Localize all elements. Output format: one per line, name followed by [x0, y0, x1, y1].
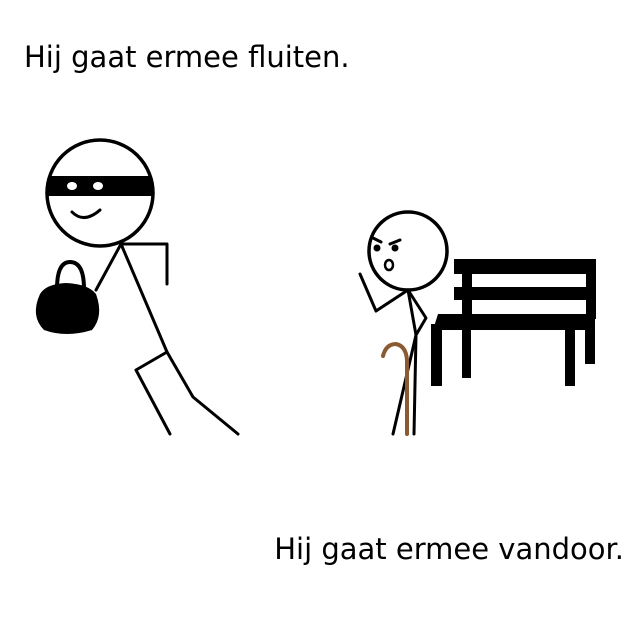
lady-head: [367, 210, 449, 292]
thief-arm-front: [94, 242, 123, 292]
thief-body: [119, 242, 169, 354]
handbag: [35, 283, 100, 334]
bench-leg-front-left: [431, 324, 442, 386]
old-lady-figure: [358, 210, 449, 436]
bench-back-post-right: [586, 274, 596, 319]
caption-bottom: Hij gaat ermee vandoor.: [274, 532, 624, 566]
comic-panel: Hij gaat ermee fluiten. Hij gaat ermee v…: [0, 0, 630, 630]
thief-right-eye: [93, 182, 103, 190]
thief-leg-front: [134, 350, 172, 436]
bench-back-slat-top: [454, 259, 596, 274]
thief-figure: [35, 138, 240, 436]
bench-back-slat-middle: [454, 287, 596, 300]
lady-left-eye: [373, 244, 381, 252]
bench-leg-back-left: [462, 316, 471, 378]
park-bench: [431, 259, 596, 386]
lady-leg-right: [412, 333, 418, 436]
bench-leg-back-right: [585, 316, 595, 364]
thief-left-eye: [67, 182, 77, 190]
bench-back-post-left: [462, 274, 472, 319]
lady-right-eye: [391, 244, 399, 252]
thief-leg-back: [165, 350, 240, 436]
bench-leg-front-right: [565, 324, 575, 386]
